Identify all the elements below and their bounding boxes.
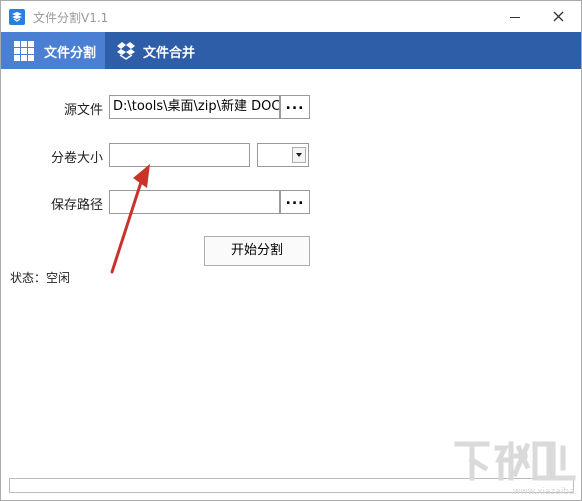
annotation-arrow — [110, 164, 150, 274]
svg-text:www.xiazaiba.com: www.xiazaiba.com — [513, 487, 578, 496]
watermark-logo: www.xiazaiba.com — [454, 441, 578, 496]
